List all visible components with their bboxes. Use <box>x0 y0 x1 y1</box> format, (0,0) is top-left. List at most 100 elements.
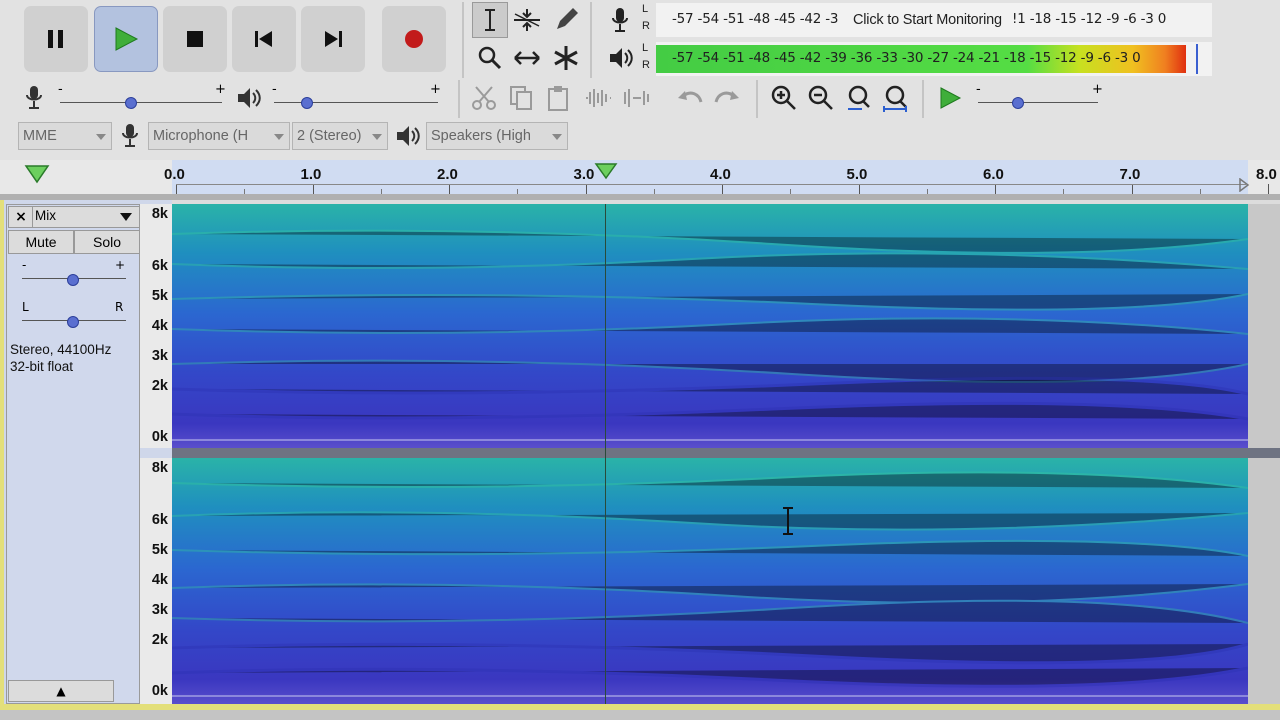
record-volume-track <box>60 102 222 103</box>
playback-volume-icon-button <box>230 80 266 116</box>
skip-to-start-button[interactable] <box>232 6 296 72</box>
workspace-bottom <box>0 710 1280 720</box>
output-device-select[interactable]: Speakers (High <box>426 122 568 150</box>
ruler-major-tick <box>449 184 450 194</box>
frequency-label: 4k <box>151 318 168 334</box>
fit-project-button[interactable] <box>878 80 914 116</box>
recording-volume-icon-button <box>16 80 52 116</box>
redo-button[interactable] <box>709 80 745 116</box>
ruler-tick-label: 6.0 <box>983 166 1004 183</box>
record-meter-mic-button[interactable] <box>602 2 638 38</box>
ruler-tick-label: 0.0 <box>164 166 185 183</box>
zoom-in-button[interactable] <box>766 80 802 116</box>
multi-tool[interactable] <box>548 40 584 76</box>
pan-right-label: R <box>115 300 124 314</box>
copy-button[interactable] <box>503 80 539 116</box>
play-speed-track <box>978 102 1098 103</box>
pan-slider[interactable] <box>67 316 79 328</box>
frequency-label: 8k <box>151 460 168 476</box>
pause-button[interactable] <box>24 6 88 72</box>
audio-host-select[interactable]: MME <box>18 122 112 150</box>
paste-button[interactable] <box>540 80 576 116</box>
edit-cursor-line <box>605 204 606 704</box>
trim-button[interactable] <box>580 80 616 116</box>
toolbar-separator <box>756 80 758 118</box>
record-volume-plus: + <box>215 82 226 97</box>
toolbar-separator <box>922 80 924 118</box>
playback-meter-scale: -57 -54 -51 -48 -45 -42 -39 -36 -33 -30 … <box>672 50 1141 66</box>
ruler-major-tick <box>585 184 587 194</box>
track-format-line1: Stereo, 44100Hz <box>10 342 112 357</box>
zoom-in-icon <box>771 85 796 110</box>
input-channels-select[interactable]: 2 (Stereo) <box>292 122 388 150</box>
ruler-tick-label: 7.0 <box>1119 166 1141 183</box>
spectrogram-left-channel[interactable] <box>172 204 1248 448</box>
collapse-track-button[interactable]: ▲ <box>8 680 114 702</box>
record-button[interactable] <box>382 6 446 72</box>
ruler-major-tick <box>1131 184 1133 194</box>
frequency-label: 3k <box>151 602 168 618</box>
playback-meter-speaker-button[interactable] <box>602 40 638 76</box>
play-at-speed-button[interactable] <box>932 80 968 116</box>
spectrogram-texture <box>172 229 1248 441</box>
toolbar-separator <box>462 2 464 78</box>
magnifier-icon <box>478 46 502 70</box>
playback-meter[interactable]: -57 -54 -51 -48 -45 -42 -39 -36 -33 -30 … <box>656 42 1212 76</box>
playback-volume-slider[interactable] <box>301 97 313 109</box>
fit-project-icon <box>883 85 907 112</box>
track-close-button[interactable]: × <box>8 206 34 228</box>
gain-slider[interactable] <box>67 274 79 286</box>
track-name: Mix <box>35 208 56 223</box>
zoom-out-button[interactable] <box>803 80 839 116</box>
frequency-label: 6k <box>151 512 168 528</box>
record-meter[interactable]: -57 -54 -51 -48 -45 -42 -3 Click to Star… <box>656 3 1212 37</box>
playback-volume-minus: - <box>272 82 277 97</box>
track-name-menu[interactable]: Mix <box>32 206 140 228</box>
chevron-down-icon <box>552 134 562 140</box>
ruler-major-tick <box>995 184 996 194</box>
skip-end-icon <box>325 31 342 47</box>
gain-plus-label: + <box>115 258 126 272</box>
silence-button[interactable] <box>618 80 654 116</box>
ruler-minor-tick <box>926 189 928 194</box>
frequency-label: 8k <box>151 206 168 222</box>
input-device-select[interactable]: Microphone (H <box>148 122 290 150</box>
cut-button[interactable] <box>466 80 502 116</box>
microphone-icon <box>26 86 42 109</box>
input-device-value: Microphone (H <box>153 128 249 144</box>
track-format-line2: 32-bit float <box>10 359 74 374</box>
record-meter-scale-right: !1 -18 -15 -12 -9 -6 -3 0 <box>1012 11 1167 27</box>
undo-button[interactable] <box>672 80 708 116</box>
play-button[interactable] <box>94 6 158 72</box>
ruler-end-arrow-icon <box>1239 178 1250 192</box>
input-device-icon <box>116 120 144 152</box>
microphone-icon <box>612 8 628 32</box>
stop-button[interactable] <box>163 6 227 72</box>
time-shift-tool[interactable] <box>509 40 545 76</box>
skip-to-end-button[interactable] <box>301 6 365 72</box>
play-speed-slider[interactable] <box>1012 97 1024 109</box>
zoom-tool[interactable] <box>472 40 508 76</box>
mouse-ibeam-cursor-icon <box>783 507 793 535</box>
ruler-major-tick <box>858 184 860 194</box>
envelope-tool[interactable] <box>509 2 545 38</box>
record-volume-slider[interactable] <box>125 97 137 109</box>
undo-icon <box>678 91 703 103</box>
ruler-tick-label: 1.0 <box>300 166 322 183</box>
frequency-label: 5k <box>151 542 168 558</box>
playback-meter-left-label: L <box>642 42 649 54</box>
playback-volume-plus: + <box>430 82 441 97</box>
selection-tool[interactable] <box>472 2 508 38</box>
spectrogram-right-channel[interactable] <box>172 458 1248 704</box>
ruler-major-tick <box>1268 184 1269 194</box>
mute-button[interactable]: Mute <box>8 230 74 254</box>
freq-labels-bottom: 8k 6k 5k 4k 3k 2k 0k <box>140 458 168 704</box>
chevron-down-icon <box>372 134 382 140</box>
playback-meter-right-label: R <box>642 59 650 71</box>
ruler-tick-label: 4.0 <box>710 166 731 183</box>
redo-icon <box>714 91 739 103</box>
pause-icon <box>48 30 63 48</box>
fit-selection-button[interactable] <box>841 80 877 116</box>
solo-button[interactable]: Solo <box>74 230 140 254</box>
draw-tool[interactable] <box>548 2 584 38</box>
